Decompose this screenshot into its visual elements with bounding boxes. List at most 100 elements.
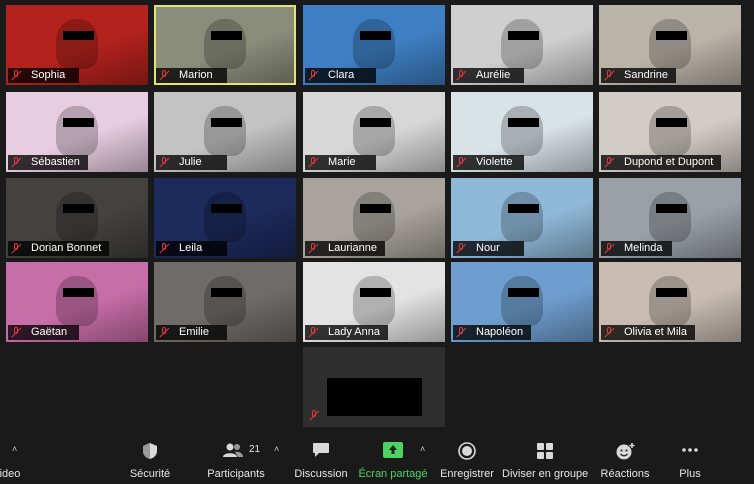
more-button[interactable]: Plus [674, 436, 706, 484]
participant-nameplate: Napoléon [453, 325, 532, 340]
participant-tile[interactable]: Aurélie [451, 5, 593, 85]
participant-tile[interactable]: Clara [303, 5, 445, 85]
participant-nameplate: Julie [156, 155, 227, 170]
censor-bar [655, 118, 688, 128]
participant-nameplate: Melinda [601, 241, 672, 256]
record-icon [458, 442, 476, 460]
participant-nameplate: Sébastien [8, 155, 88, 170]
share-screen-icon [383, 442, 403, 458]
participant-tile[interactable]: Marion [154, 5, 296, 85]
participant-tile[interactable]: Sandrine [599, 5, 741, 85]
participant-nameplate: Lady Anna [305, 325, 388, 340]
participant-video [352, 192, 396, 242]
participant-name: Marie [328, 156, 356, 168]
participant-video [55, 276, 99, 326]
participant-video [500, 106, 544, 156]
censor-bar [210, 118, 243, 128]
record-button[interactable]: Enregistrer [436, 436, 498, 484]
mic-muted-icon [604, 327, 615, 338]
share-screen-button[interactable]: Écran partagé [358, 436, 428, 484]
participant-nameplate: Gaëtan [8, 325, 79, 340]
chat-button[interactable]: Discussion [293, 436, 349, 484]
participant-nameplate: Nour [453, 241, 524, 256]
participant-video [55, 192, 99, 242]
participant-tile[interactable]: Napoléon [451, 262, 593, 342]
participant-name: Dupond et Dupont [624, 156, 714, 168]
participant-name: Laurianne [328, 242, 377, 254]
participant-name: Violette [476, 156, 513, 168]
mic-muted-icon [456, 243, 467, 254]
chevron-up-icon[interactable]: ˄ [274, 444, 279, 454]
participant-tile[interactable]: Laurianne [303, 178, 445, 258]
participant-nameplate: Laurianne [305, 241, 385, 256]
participant-tile[interactable]: Emilie [154, 262, 296, 342]
censor-bar [655, 31, 688, 41]
mic-muted-icon [308, 70, 319, 81]
participant-nameplate: Sandrine [601, 68, 677, 83]
participant-tile[interactable]: Marie [303, 92, 445, 172]
more-dots-icon [682, 448, 698, 452]
participant-tile[interactable]: Violette [451, 92, 593, 172]
censor-bar [507, 204, 540, 214]
censor-bar [210, 288, 243, 298]
participant-video [500, 19, 544, 69]
participant-tile[interactable]: Dupond et Dupont [599, 92, 741, 172]
participant-tile[interactable]: Leila [154, 178, 296, 258]
participant-video [500, 192, 544, 242]
chat-icon [313, 443, 329, 457]
shield-icon [143, 443, 157, 459]
censor-bar [210, 204, 243, 214]
participant-name: Leila [179, 242, 203, 254]
participant-nameplate: Aurélie [453, 68, 524, 83]
chevron-up-icon[interactable]: ˄ [420, 444, 425, 454]
censor-bar [359, 31, 392, 41]
participant-name: Sandrine [624, 69, 669, 81]
chevron-up-icon[interactable]: ˄ [12, 444, 17, 454]
participant-nameplate: Marie [305, 155, 376, 170]
participant-video [352, 19, 396, 69]
participant-nameplate: Sophia [8, 68, 79, 83]
reactions-button[interactable]: Réactions [598, 436, 652, 484]
participant-tile[interactable]: Melinda [599, 178, 741, 258]
participant-tile[interactable]: Julie [154, 92, 296, 172]
emoji-plus-icon [616, 443, 635, 460]
breakout-rooms-button[interactable]: Diviser en groupe [502, 436, 588, 484]
participant-tile[interactable]: Dorian Bonnet [6, 178, 148, 258]
mic-muted-icon [604, 243, 615, 254]
participant-tile[interactable]: Gaëtan [6, 262, 148, 342]
censor-bar [359, 288, 392, 298]
mic-muted-icon [11, 327, 22, 338]
participant-tile[interactable]: Olivia et Mila [599, 262, 741, 342]
censor-bar [359, 118, 392, 128]
participant-name: Marion [179, 69, 213, 81]
mic-muted-icon [159, 243, 170, 254]
participant-video [648, 276, 692, 326]
participant-tile[interactable]: Nour [451, 178, 593, 258]
participant-name: Dorian Bonnet [31, 242, 102, 254]
mic-muted-icon [308, 157, 319, 168]
participant-nameplate: Olivia et Mila [601, 325, 695, 340]
censor-bar [62, 204, 95, 214]
participant-tile[interactable]: Sébastien [6, 92, 148, 172]
mic-muted-icon [604, 70, 615, 81]
censor-bar [507, 118, 540, 128]
censor-bar [359, 204, 392, 214]
participant-tile[interactable]: Sophia [6, 5, 148, 85]
participant-tile[interactable]: Lady Anna [303, 262, 445, 342]
participant-nameplate: Dupond et Dupont [601, 155, 722, 170]
participant-video [55, 19, 99, 69]
participant-tile-hidden[interactable] [303, 347, 445, 427]
meeting-toolbar: ˄ ideo Sécurité 21 Participants ˄ Discus… [0, 436, 754, 484]
censor-bar [62, 31, 95, 41]
mic-muted-icon [456, 70, 467, 81]
participant-video [648, 106, 692, 156]
security-button[interactable]: Sécurité [125, 436, 175, 484]
video-button[interactable]: ˄ ideo [0, 436, 26, 484]
mic-muted-icon [11, 157, 22, 168]
participant-name: Sophia [31, 69, 66, 81]
mic-muted-icon [308, 327, 319, 338]
participants-button[interactable]: 21 Participants [205, 436, 267, 484]
grid-icon [537, 443, 553, 459]
censor-bar [507, 31, 540, 41]
censor-bar [210, 31, 243, 41]
